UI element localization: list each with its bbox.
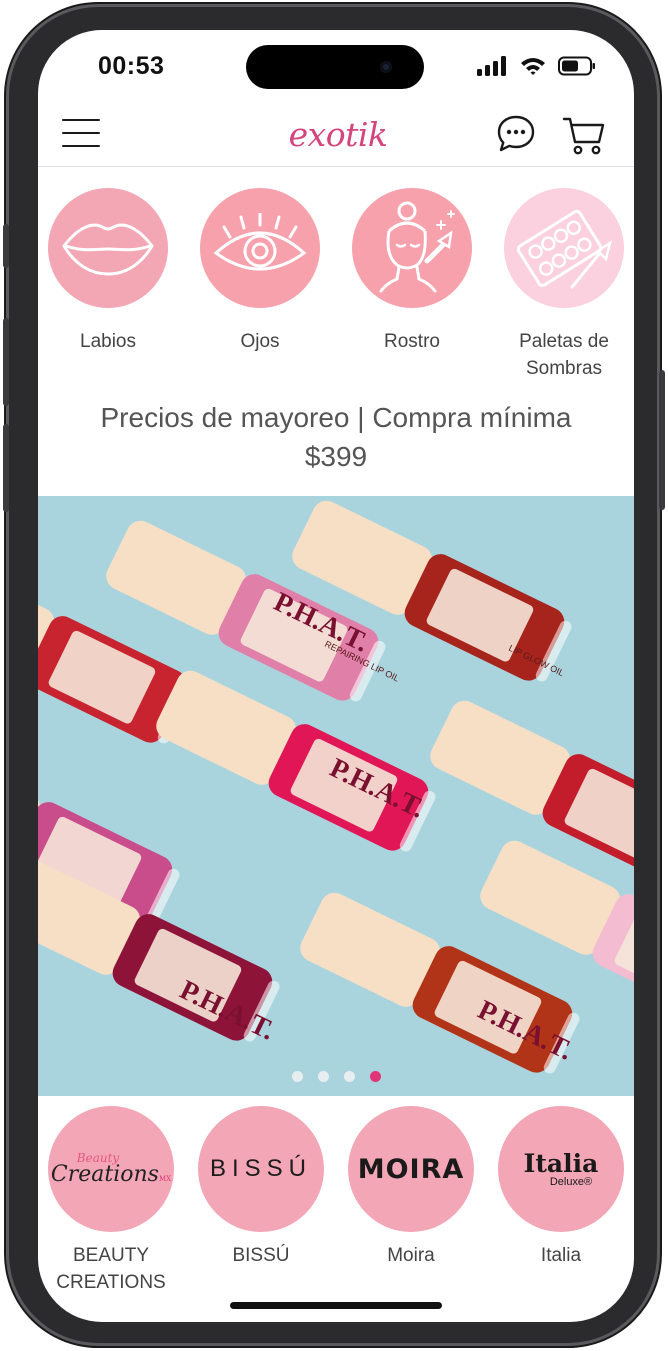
power-button xyxy=(659,370,665,510)
category-ojos[interactable]: Ojos xyxy=(190,188,330,355)
logo[interactable]: exotik xyxy=(282,114,394,156)
signal-icon xyxy=(477,56,506,76)
app-header: exotik xyxy=(38,104,634,167)
promo-text: Precios de mayoreo | Compra mínima $399 xyxy=(38,398,634,476)
brand-row: Beauty CreationsMX BEAUTY CREATIONS BISS… xyxy=(38,1106,634,1296)
brand-label: Moira xyxy=(387,1245,435,1266)
eyeshadow-palette-icon xyxy=(516,209,612,289)
moira-logo: MOIRA xyxy=(357,1153,465,1185)
menu-line xyxy=(62,132,100,135)
brand-italia[interactable]: Italia Deluxe® Italia xyxy=(486,1106,634,1269)
promo-line-1: Precios de mayoreo | Compra mínima xyxy=(100,402,572,433)
logo-suffix: MX xyxy=(158,1175,172,1183)
menu-line xyxy=(62,145,100,148)
category-circle xyxy=(200,188,320,308)
battery-icon xyxy=(558,56,595,76)
lips-icon xyxy=(62,223,154,276)
dynamic-island xyxy=(246,45,424,89)
category-rostro[interactable]: Rostro xyxy=(342,188,482,355)
status-icons xyxy=(476,56,596,76)
category-labios[interactable]: Labios xyxy=(38,188,178,355)
brand-label: BEAUTY CREATIONS xyxy=(56,1245,166,1293)
bissu-logo: BISSÚ xyxy=(209,1155,313,1182)
home-indicator[interactable] xyxy=(230,1302,442,1309)
carousel-dots xyxy=(38,1071,634,1082)
face-makeup-icon xyxy=(379,201,455,293)
wifi-icon xyxy=(521,58,545,75)
cart-icon[interactable] xyxy=(562,113,606,157)
eye-icon xyxy=(213,213,307,271)
brand-label: BISSÚ xyxy=(232,1245,290,1266)
camera-icon xyxy=(380,61,392,73)
status-bar: 00:53 xyxy=(38,30,634,104)
carousel-dot-active[interactable] xyxy=(369,1071,381,1082)
carousel-dot[interactable] xyxy=(291,1071,303,1082)
category-circle xyxy=(504,188,624,308)
category-row: Labios Ojos Rostro Paletas de Sombras xyxy=(38,188,634,379)
italia-logo: Italia xyxy=(523,1148,599,1178)
category-paletas[interactable]: Paletas de Sombras xyxy=(494,188,634,382)
carousel-dot[interactable] xyxy=(317,1071,329,1082)
category-label: Rostro xyxy=(384,331,440,352)
menu-line xyxy=(62,119,100,122)
volume-down-button xyxy=(3,424,9,512)
menu-button[interactable] xyxy=(62,119,102,149)
product-banner-image: P.H.A.T. P.H.A.T. P.H.A.T. P.H.A.T. LIP … xyxy=(38,496,634,1096)
beauty-creations-logo: Beauty CreationsMX xyxy=(51,1152,171,1186)
status-time: 00:53 xyxy=(98,52,165,80)
product-banner[interactable]: P.H.A.T. P.H.A.T. P.H.A.T. P.H.A.T. LIP … xyxy=(38,496,634,1096)
category-circle xyxy=(352,188,472,308)
screen: 00:53 exotik Labios Ojos Rostro Paletas … xyxy=(38,30,634,1322)
brand-moira[interactable]: MOIRA Moira xyxy=(336,1106,486,1269)
brand-circle: Beauty CreationsMX xyxy=(48,1106,174,1232)
brand-label: Italia xyxy=(540,1245,582,1266)
category-label: Labios xyxy=(80,331,136,352)
italia-logo-sub: Deluxe® xyxy=(549,1175,593,1188)
brand-beauty-creations[interactable]: Beauty CreationsMX BEAUTY CREATIONS xyxy=(38,1106,186,1296)
brand-bissu[interactable]: BISSÚ BISSÚ xyxy=(186,1106,336,1269)
category-label: Paletas de Sombras xyxy=(519,331,609,379)
promo-line-2: $399 xyxy=(304,441,368,472)
chat-icon[interactable] xyxy=(496,114,536,154)
logo-line-2: Creations xyxy=(50,1162,159,1187)
brand-circle: MOIRA xyxy=(348,1106,474,1232)
brand-circle: Italia Deluxe® xyxy=(498,1106,624,1232)
category-label: Ojos xyxy=(240,331,280,352)
volume-up-button xyxy=(3,318,9,406)
brand-circle: BISSÚ xyxy=(198,1106,324,1232)
silent-switch xyxy=(3,224,9,268)
category-circle xyxy=(48,188,168,308)
carousel-dot[interactable] xyxy=(343,1071,355,1082)
